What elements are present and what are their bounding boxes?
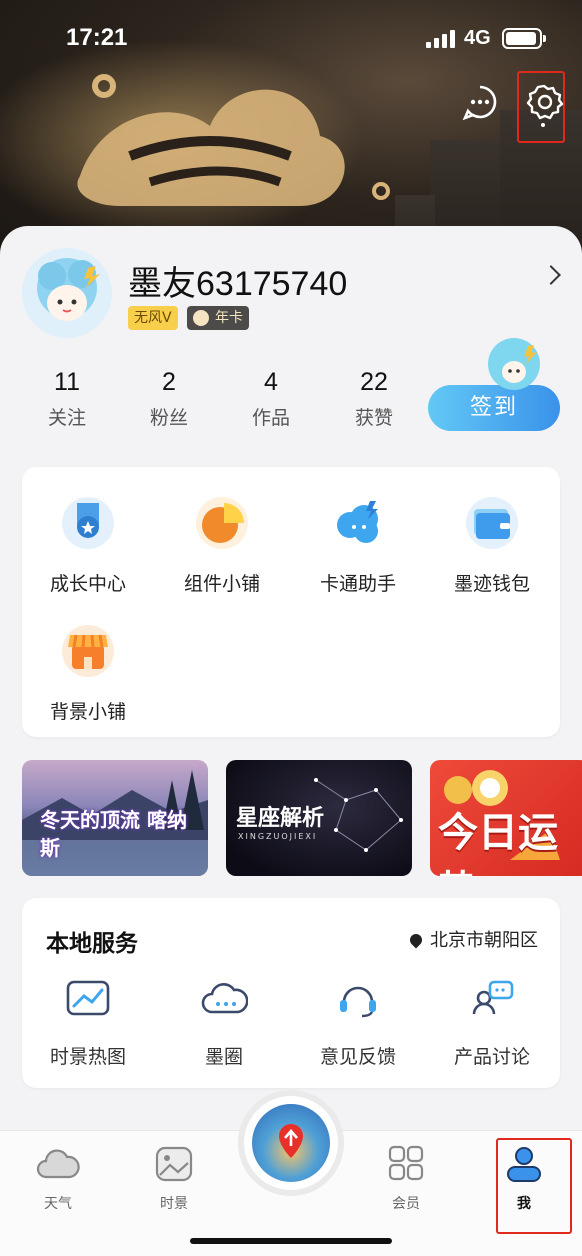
settings-indicator-dot bbox=[541, 123, 545, 127]
signal-icon bbox=[426, 30, 456, 48]
avatar-character-icon bbox=[37, 258, 100, 321]
me-tab-highlight-box bbox=[496, 1138, 572, 1234]
tool-label: 组件小铺 bbox=[183, 573, 260, 595]
stat-label: 粉丝 bbox=[149, 407, 188, 429]
tab-membership[interactable]: 会员 bbox=[366, 1145, 446, 1213]
tab-label: 会员 bbox=[392, 1196, 420, 1212]
status-bar: 17:21 4G bbox=[0, 0, 582, 78]
tool-cartoon-assistant[interactable]: 卡通助手 bbox=[298, 497, 418, 596]
annual-card-label: 年卡 bbox=[215, 310, 243, 326]
service-label: 墨圈 bbox=[204, 1046, 243, 1068]
stat-value: 22 bbox=[360, 368, 388, 396]
stat-following[interactable]: 11 关注 bbox=[22, 368, 112, 430]
local-services-title: 本地服务 bbox=[46, 931, 138, 957]
annual-card-badge[interactable]: 年卡 bbox=[187, 306, 249, 330]
stat-value: 2 bbox=[162, 368, 176, 396]
status-time: 17:21 bbox=[66, 24, 128, 51]
headset-icon bbox=[340, 986, 376, 1018]
heatmap-icon bbox=[66, 980, 110, 1016]
checkin-button[interactable]: 签到 bbox=[428, 385, 560, 431]
service-label: 产品讨论 bbox=[453, 1046, 530, 1068]
username[interactable]: 墨友63175740 bbox=[128, 256, 347, 305]
service-moji-circle[interactable]: 墨圈 bbox=[164, 978, 284, 1069]
gear-icon bbox=[526, 84, 564, 120]
map-pin-icon bbox=[252, 1104, 330, 1182]
tool-label: 卡通助手 bbox=[319, 573, 396, 595]
tool-background-shop[interactable]: 背景小铺 bbox=[28, 625, 148, 724]
location-selector[interactable]: 北京市朝阳区 bbox=[407, 926, 538, 952]
tool-widget-shop[interactable]: 组件小铺 bbox=[162, 497, 282, 596]
settings-button[interactable] bbox=[522, 80, 566, 124]
stat-works[interactable]: 4 作品 bbox=[226, 368, 316, 430]
gold-ring-decoration bbox=[372, 182, 390, 200]
image-icon bbox=[155, 1146, 193, 1182]
stat-followers[interactable]: 2 粉丝 bbox=[124, 368, 214, 430]
cartoon-cloud-icon bbox=[332, 497, 384, 549]
location-pin-icon bbox=[407, 931, 425, 949]
tab-scenery[interactable]: 时景 bbox=[134, 1145, 214, 1213]
stat-label: 获赞 bbox=[354, 407, 393, 429]
avatar[interactable] bbox=[22, 248, 112, 338]
message-button[interactable] bbox=[458, 80, 502, 124]
banner-title: 星座解析 bbox=[236, 806, 325, 831]
tool-label: 背景小铺 bbox=[49, 701, 126, 723]
cloud-chat-icon bbox=[201, 983, 249, 1014]
center-map-button[interactable] bbox=[244, 1096, 338, 1190]
mascot-icon bbox=[488, 338, 540, 390]
tool-label: 成长中心 bbox=[49, 573, 126, 595]
banner-kanas[interactable]: 冬天的顶流 喀纳斯 bbox=[22, 760, 208, 876]
tool-moji-wallet[interactable]: 墨迹钱包 bbox=[432, 497, 552, 596]
banner-fortune[interactable]: 今日运势 bbox=[430, 760, 582, 876]
stat-value: 11 bbox=[54, 368, 80, 396]
membership-badge-v[interactable]: 无风V bbox=[128, 306, 178, 330]
tab-weather[interactable]: 天气 bbox=[18, 1145, 98, 1213]
pie-widget-icon bbox=[196, 497, 248, 549]
tool-growth-center[interactable]: 成长中心 bbox=[28, 497, 148, 596]
service-product-discussion[interactable]: 产品讨论 bbox=[432, 978, 552, 1069]
medal-icon bbox=[62, 497, 114, 549]
tool-label: 墨迹钱包 bbox=[453, 573, 530, 595]
stat-likes[interactable]: 22 获赞 bbox=[329, 368, 419, 430]
service-heatmap[interactable]: 时景热图 bbox=[28, 978, 148, 1069]
moji-logo-graphic bbox=[77, 89, 345, 206]
service-label: 时景热图 bbox=[49, 1046, 126, 1068]
tools-card: 成长中心 组件小铺 卡通助手 墨迹钱包 背景小铺 bbox=[22, 467, 560, 737]
stat-label: 关注 bbox=[47, 407, 86, 429]
network-type: 4G bbox=[464, 27, 491, 49]
banner-constellation[interactable]: 星座解析 XINGZUOJIEXI bbox=[226, 760, 412, 876]
local-services-card: 本地服务 北京市朝阳区 时景热图 墨圈 意见反馈 产品讨论 bbox=[22, 898, 560, 1088]
location-label: 北京市朝阳区 bbox=[430, 930, 538, 951]
home-indicator bbox=[190, 1238, 392, 1244]
shop-icon bbox=[62, 625, 114, 677]
wallet-icon bbox=[466, 497, 518, 549]
stat-label: 作品 bbox=[251, 407, 290, 429]
tab-label: 天气 bbox=[44, 1196, 72, 1212]
banner-title: 今日运势 bbox=[438, 810, 558, 876]
discussion-icon bbox=[472, 980, 514, 1015]
battery-icon bbox=[502, 28, 546, 49]
service-label: 意见反馈 bbox=[319, 1046, 396, 1068]
banner-subtitle: XINGZUOJIEXI bbox=[238, 832, 318, 841]
chat-bubble-icon bbox=[462, 85, 497, 121]
grid-icon bbox=[388, 1145, 424, 1181]
cloud-icon bbox=[36, 1149, 80, 1179]
service-feedback[interactable]: 意见反馈 bbox=[298, 978, 418, 1069]
stat-value: 4 bbox=[264, 368, 278, 396]
crown-icon bbox=[193, 310, 209, 326]
banner-title: 冬天的顶流 喀纳斯 bbox=[40, 808, 187, 860]
tab-label: 时景 bbox=[160, 1196, 188, 1212]
